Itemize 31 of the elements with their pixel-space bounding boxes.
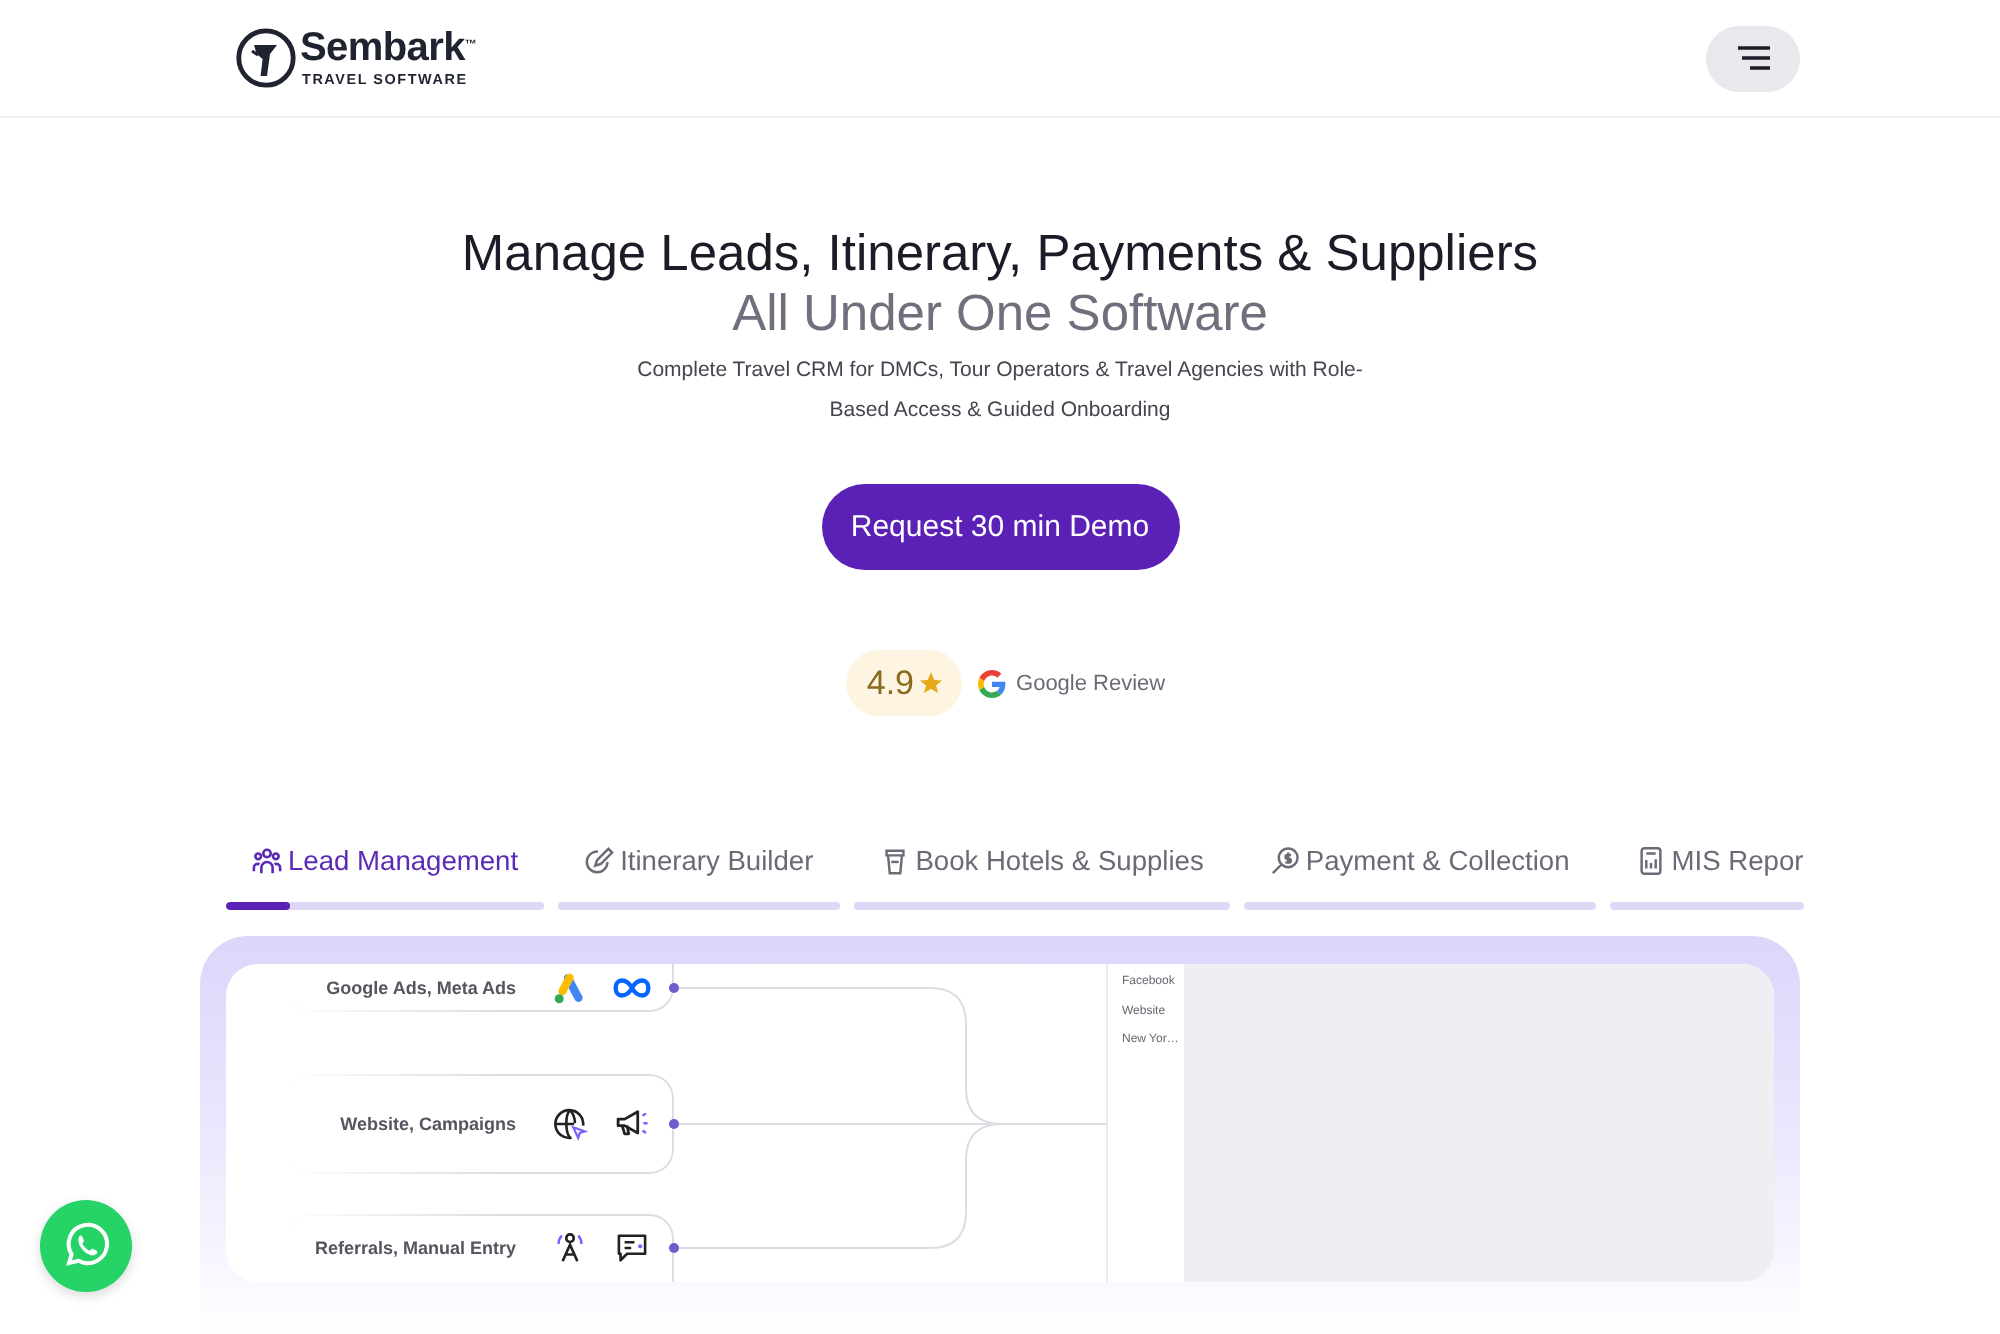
phone-bubble-icon [60,1220,112,1272]
feature-tab[interactable]: Itinerary Builder [558,836,840,884]
pencil-circle-icon [584,845,615,875]
node-dot-icon [669,1119,679,1129]
demo-button[interactable]: Request 30 min Demo [821,484,1179,570]
google-icon [978,669,1007,697]
feature-tab[interactable]: MIS Repor [1609,836,1804,884]
hero-description: Complete Travel CRM for DMCs, Tour Operators & Travel Agencies with Role-Based Access & Guided Onboarding [635,356,1365,426]
coin-search-icon [1269,845,1300,875]
logo-icon [236,28,296,88]
feature-tab[interactable]: Payment & Collection [1243,836,1596,884]
feature-tab[interactable]: Book Hotels & Supplies [853,836,1230,884]
cup-icon [879,845,910,875]
people-group-icon [252,845,282,875]
rating-score: 4.9 [866,663,915,703]
globe-cursor-icon [550,1106,590,1142]
menu-button[interactable] [1706,25,1800,91]
review-source: Google Review [1016,671,1166,695]
source-label: Google Ads, Meta Ads [326,978,516,998]
hero-title: Manage Leads, Itinerary, Payments & Suppliers [461,224,1539,284]
calculator-icon [1635,845,1666,875]
source-label: Referrals, Manual Entry [314,1238,516,1258]
star-icon [920,672,943,694]
menu-icon [1735,44,1771,72]
node-dot-icon [669,983,679,993]
brand-name: Sembark$^{™}$ [300,28,477,70]
feature-tab[interactable]: Lead Management [226,836,545,884]
chat-form-icon [612,1230,652,1266]
source-label: Website, Campaigns [340,1114,516,1134]
node-dot-icon [669,1243,679,1253]
hero-subtitle: All Under One Software [732,284,1268,344]
